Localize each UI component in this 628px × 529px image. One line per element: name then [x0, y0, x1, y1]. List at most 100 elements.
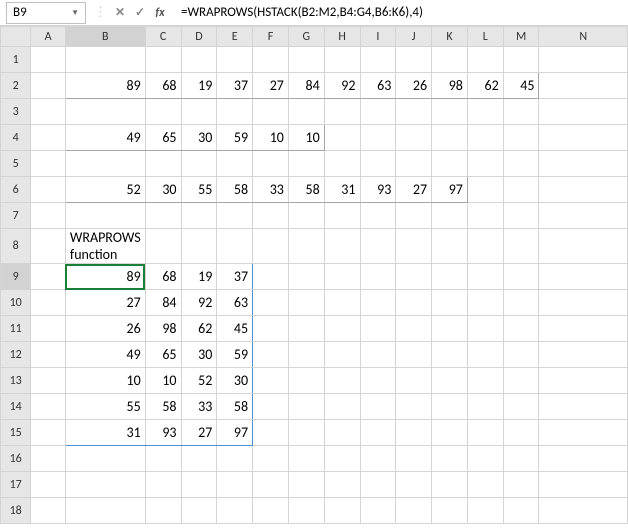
cell[interactable]: [539, 420, 628, 446]
cell[interactable]: [145, 99, 181, 125]
cell[interactable]: [432, 229, 468, 264]
cell[interactable]: [396, 229, 432, 264]
cell[interactable]: [324, 420, 360, 446]
cell[interactable]: [467, 420, 503, 446]
cell[interactable]: 45: [503, 73, 539, 99]
cell[interactable]: 84: [288, 73, 324, 99]
cell[interactable]: [360, 342, 396, 368]
cell[interactable]: [31, 264, 66, 290]
row-header[interactable]: 10: [1, 290, 31, 316]
cell[interactable]: [324, 498, 360, 524]
row-header[interactable]: 13: [1, 368, 31, 394]
cell[interactable]: [432, 125, 468, 151]
cell[interactable]: 55: [181, 177, 217, 203]
cell[interactable]: [539, 342, 628, 368]
row-header[interactable]: 17: [1, 472, 31, 498]
cell[interactable]: [539, 229, 628, 264]
cell[interactable]: [288, 498, 324, 524]
cell[interactable]: [539, 446, 628, 472]
cell[interactable]: [467, 342, 503, 368]
cell[interactable]: [539, 368, 628, 394]
cell[interactable]: [253, 290, 289, 316]
cell[interactable]: [288, 368, 324, 394]
cell[interactable]: [432, 498, 468, 524]
cell[interactable]: 33: [181, 394, 217, 420]
cell[interactable]: [503, 394, 539, 420]
cell[interactable]: 98: [432, 73, 468, 99]
cell[interactable]: 26: [396, 73, 432, 99]
cell[interactable]: [324, 47, 360, 73]
cell[interactable]: 63: [360, 73, 396, 99]
cell[interactable]: [503, 342, 539, 368]
row-header[interactable]: 3: [1, 99, 31, 125]
cell[interactable]: 27: [396, 177, 432, 203]
cell[interactable]: [145, 229, 181, 264]
cell[interactable]: [467, 498, 503, 524]
cell[interactable]: [432, 316, 468, 342]
row-header[interactable]: 11: [1, 316, 31, 342]
cell[interactable]: [253, 446, 289, 472]
cell[interactable]: [31, 177, 66, 203]
column-header[interactable]: C: [145, 27, 181, 47]
cell[interactable]: [503, 203, 539, 229]
cell[interactable]: [145, 498, 181, 524]
cell[interactable]: [31, 498, 66, 524]
cell[interactable]: [467, 316, 503, 342]
row-header[interactable]: 7: [1, 203, 31, 229]
cell[interactable]: [539, 47, 628, 73]
cell[interactable]: 45: [217, 316, 253, 342]
cell[interactable]: [253, 394, 289, 420]
cell[interactable]: [360, 229, 396, 264]
cell[interactable]: [181, 151, 217, 177]
cell[interactable]: [467, 394, 503, 420]
cell[interactable]: 98: [145, 316, 181, 342]
cell[interactable]: 65: [145, 125, 181, 151]
cell[interactable]: 27: [253, 73, 289, 99]
cell[interactable]: [31, 229, 66, 264]
cell[interactable]: [324, 446, 360, 472]
cell[interactable]: [145, 151, 181, 177]
cell[interactable]: [396, 420, 432, 446]
cell[interactable]: [31, 342, 66, 368]
cell[interactable]: 30: [181, 342, 217, 368]
cell[interactable]: [65, 47, 145, 73]
chevron-down-icon[interactable]: ▼: [71, 8, 79, 18]
cell[interactable]: [396, 203, 432, 229]
cell[interactable]: 84: [145, 290, 181, 316]
cell[interactable]: 37: [217, 264, 253, 290]
cell[interactable]: [324, 229, 360, 264]
column-header[interactable]: K: [432, 27, 468, 47]
cell[interactable]: [288, 316, 324, 342]
cell[interactable]: [324, 342, 360, 368]
cell[interactable]: [181, 229, 217, 264]
cell[interactable]: [539, 177, 628, 203]
cell[interactable]: [288, 47, 324, 73]
cell[interactable]: [217, 472, 253, 498]
row-header[interactable]: 8: [1, 229, 31, 264]
cell[interactable]: [288, 446, 324, 472]
row-header[interactable]: 1: [1, 47, 31, 73]
cell[interactable]: 62: [467, 73, 503, 99]
cell[interactable]: 59: [217, 342, 253, 368]
cell[interactable]: 33: [253, 177, 289, 203]
cell[interactable]: 93: [145, 420, 181, 446]
cell[interactable]: [324, 151, 360, 177]
cell[interactable]: 52: [181, 368, 217, 394]
cell[interactable]: [467, 203, 503, 229]
cell[interactable]: [539, 264, 628, 290]
cell[interactable]: [288, 290, 324, 316]
cell[interactable]: [288, 472, 324, 498]
cell[interactable]: [217, 446, 253, 472]
cell[interactable]: 31: [324, 177, 360, 203]
cell[interactable]: [145, 47, 181, 73]
cell[interactable]: [432, 290, 468, 316]
cell[interactable]: [396, 151, 432, 177]
cell[interactable]: [217, 47, 253, 73]
cell[interactable]: [217, 151, 253, 177]
cell[interactable]: [288, 264, 324, 290]
cell[interactable]: 92: [181, 290, 217, 316]
cell[interactable]: [324, 472, 360, 498]
cell[interactable]: [324, 290, 360, 316]
cell[interactable]: [253, 472, 289, 498]
cell[interactable]: 92: [324, 73, 360, 99]
